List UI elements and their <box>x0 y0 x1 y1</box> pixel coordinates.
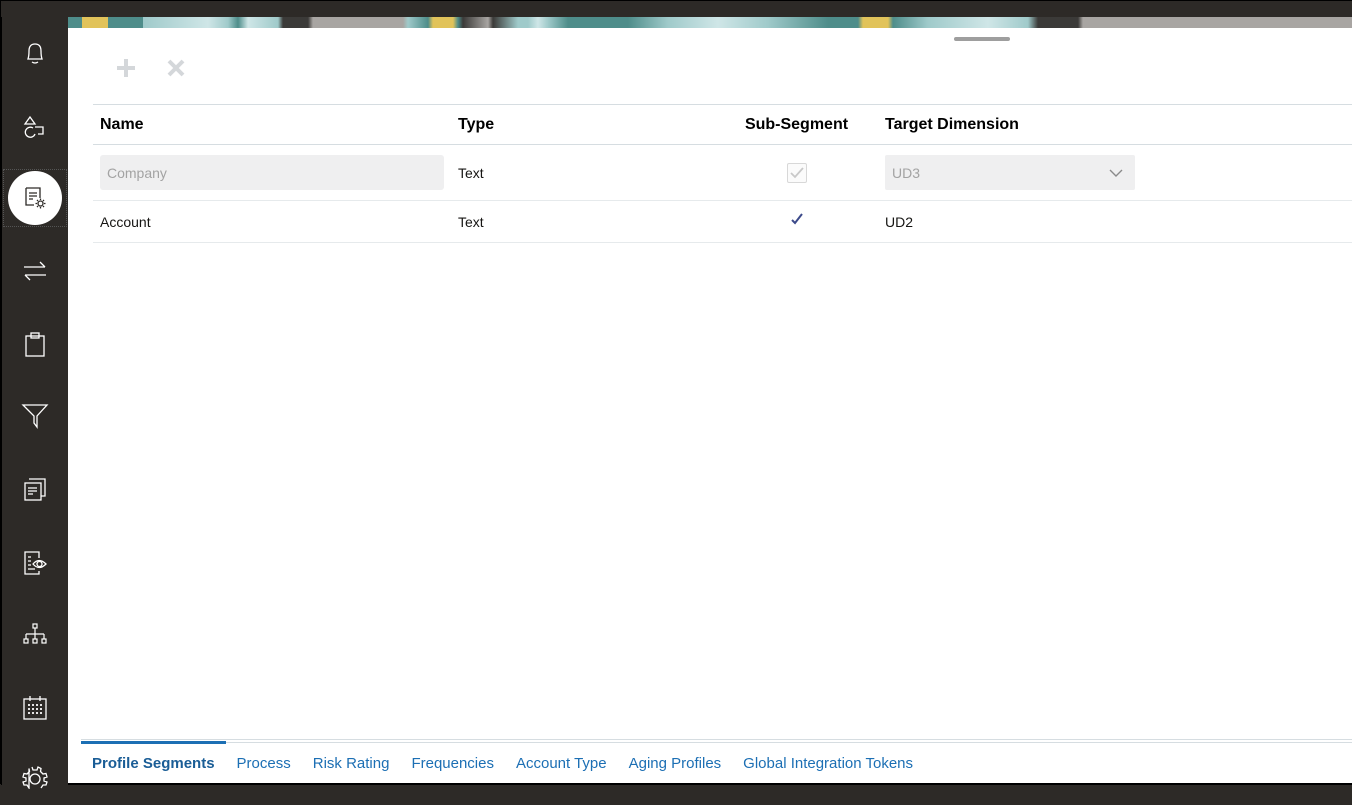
clipboard-icon <box>25 332 45 357</box>
tab-account-type[interactable]: Account Type <box>505 741 618 785</box>
document-gear-icon <box>25 187 46 209</box>
plus-icon <box>117 59 135 77</box>
navigation-sidebar <box>1 17 68 789</box>
sidebar-item-settings[interactable] <box>2 745 68 805</box>
type-cell: Text <box>458 164 484 181</box>
tab-aging-profiles[interactable]: Aging Profiles <box>618 741 733 785</box>
settings-tab-bar: Profile Segments Process Risk Rating Fre… <box>81 741 924 785</box>
target-dimension-value: UD3 <box>892 164 921 181</box>
gear-icon <box>22 766 48 789</box>
header-banner <box>68 17 1352 28</box>
panel-resize-handle[interactable] <box>954 37 1010 41</box>
documents-icon <box>24 478 46 501</box>
document-eye-icon <box>24 551 47 575</box>
tab-global-integration-tokens[interactable]: Global Integration Tokens <box>732 741 924 785</box>
checkmark-icon <box>789 166 804 178</box>
target-dimension-select[interactable]: UD3 <box>885 155 1135 190</box>
sidebar-item-transfer[interactable] <box>2 241 68 301</box>
active-indicator <box>8 171 62 225</box>
column-header-target-dimension[interactable]: Target Dimension <box>885 105 1135 144</box>
app-window: Name Type Sub-Segment Target Dimension C… <box>0 0 1352 789</box>
window-bottom-border <box>68 783 1352 785</box>
bell-icon <box>27 43 43 64</box>
sidebar-item-calendar[interactable] <box>2 677 68 737</box>
arrows-exchange-icon <box>24 261 46 281</box>
sub-segment-checkbox[interactable] <box>786 162 807 183</box>
close-icon <box>167 59 185 77</box>
sidebar-item-documents[interactable] <box>2 459 68 519</box>
sidebar-item-hierarchy[interactable] <box>2 604 68 664</box>
checkmark-icon <box>790 212 803 225</box>
table-end-divider <box>93 242 1352 243</box>
column-header-type[interactable]: Type <box>458 105 658 144</box>
type-cell: Text <box>458 213 484 230</box>
shapes-icon <box>23 115 44 138</box>
sidebar-item-application-settings[interactable] <box>2 168 68 228</box>
tab-profile-segments[interactable]: Profile Segments <box>81 741 226 785</box>
top-bar <box>1 1 1352 17</box>
calendar-icon <box>23 696 47 720</box>
chevron-down-icon <box>1109 169 1123 177</box>
sidebar-item-filters[interactable] <box>2 386 68 446</box>
column-header-name[interactable]: Name <box>100 105 445 144</box>
table-row[interactable]: Account Text UD2 <box>93 200 1352 242</box>
sidebar-item-notifications[interactable] <box>2 23 68 83</box>
add-row-button[interactable] <box>114 56 138 80</box>
profile-segments-grid: Name Type Sub-Segment Target Dimension C… <box>93 104 1352 243</box>
sidebar-item-review[interactable] <box>2 532 68 592</box>
sub-segment-cell <box>723 201 870 242</box>
name-cell: Account <box>100 213 151 230</box>
tab-risk-rating[interactable]: Risk Rating <box>302 741 401 785</box>
tab-frequencies[interactable]: Frequencies <box>400 741 505 785</box>
hierarchy-icon <box>23 623 47 644</box>
table-row[interactable]: Company Text UD3 <box>93 144 1352 200</box>
main-content: Name Type Sub-Segment Target Dimension C… <box>68 28 1352 785</box>
tab-bar-divider <box>81 739 1352 740</box>
target-dimension-cell: UD2 <box>885 213 914 230</box>
grid-toolbar <box>114 56 188 80</box>
sidebar-item-clipboard[interactable] <box>2 314 68 374</box>
delete-row-button[interactable] <box>164 56 188 80</box>
sidebar-item-tasks[interactable] <box>2 96 68 156</box>
tab-process[interactable]: Process <box>226 741 302 785</box>
table-header-row: Name Type Sub-Segment Target Dimension <box>93 104 1352 144</box>
column-header-sub-segment[interactable]: Sub-Segment <box>723 105 870 144</box>
name-input[interactable]: Company <box>100 155 444 190</box>
filter-icon <box>21 404 49 429</box>
